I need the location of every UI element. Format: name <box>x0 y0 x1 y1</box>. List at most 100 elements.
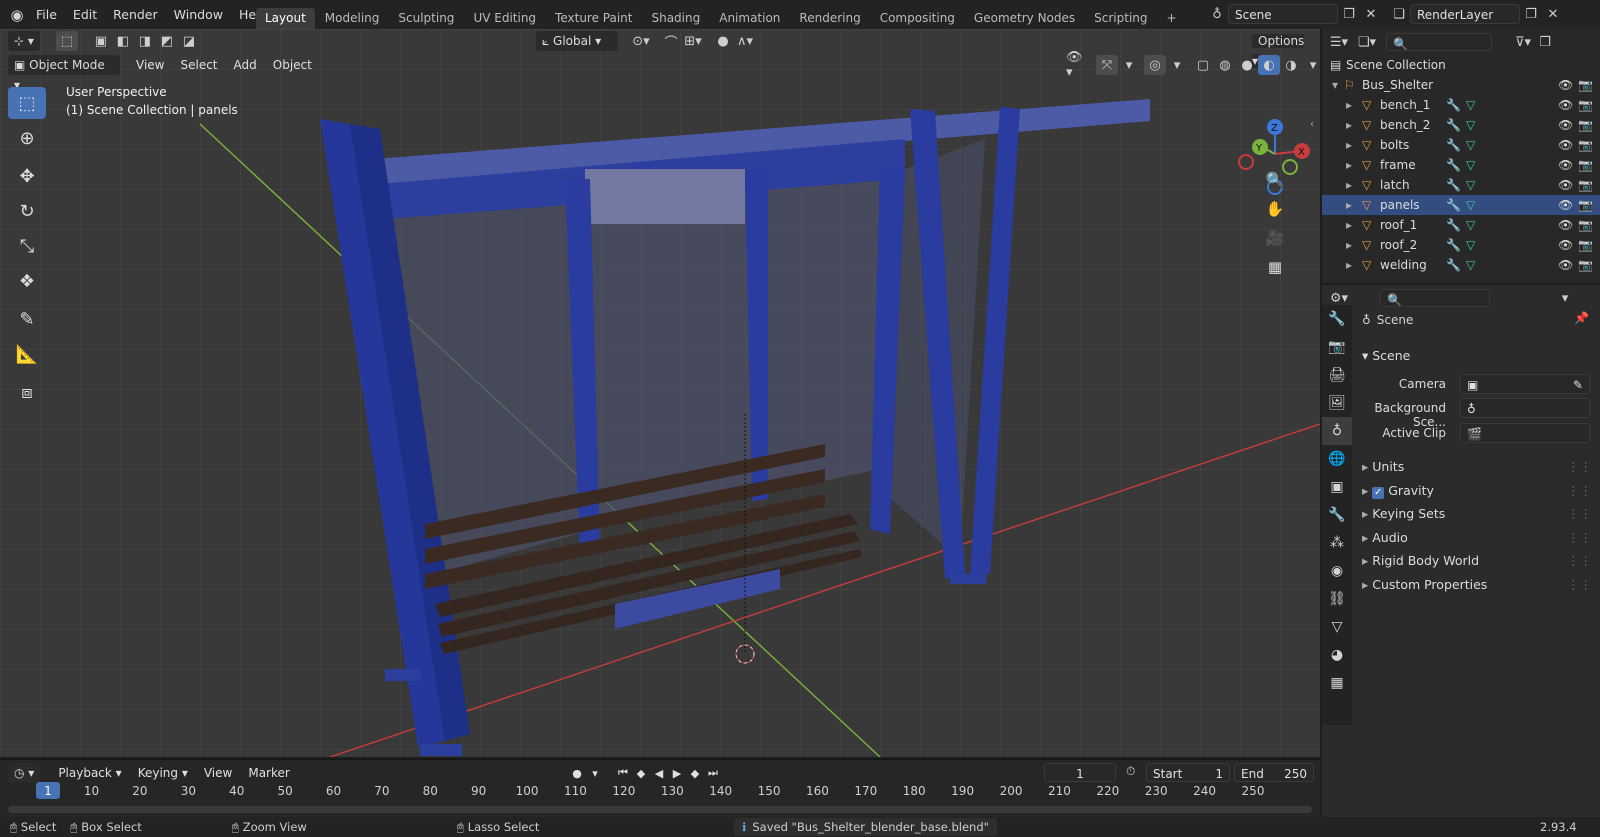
expand-icon[interactable]: ▸ <box>1346 235 1352 255</box>
xray-icon[interactable]: ▢ <box>1192 55 1214 75</box>
select-mode-extend-icon[interactable]: ◧ <box>112 31 134 51</box>
overlays-icon[interactable]: ◎ <box>1144 55 1166 75</box>
pan-hand-icon[interactable]: ✋ <box>1262 196 1288 222</box>
tab-compositing[interactable]: Compositing <box>871 8 964 29</box>
mesh-data-icon[interactable]: ▽ <box>1466 255 1475 275</box>
shading-dropdown-icon[interactable]: ▾ <box>1302 55 1320 75</box>
pin-icon[interactable]: 📌 <box>1574 311 1589 325</box>
ortho-toggle-icon[interactable]: ▦ <box>1262 254 1288 280</box>
material-tab-icon[interactable]: ◕ <box>1322 641 1352 669</box>
select-mode-invert-icon[interactable]: ◩ <box>156 31 178 51</box>
display-mode-icon[interactable]: ❏▾ <box>1356 32 1378 52</box>
mode-dropdown[interactable]: ▣ Object Mode ▾ <box>8 55 120 92</box>
modifier-icon[interactable]: 🔧 <box>1446 135 1461 155</box>
world-tab-icon[interactable]: 🌐 <box>1322 445 1352 473</box>
outliner-row-object[interactable]: ▸ ▽ bench_1 🔧 ▽ 👁 📷 <box>1322 95 1600 115</box>
expand-icon[interactable]: ▸ <box>1346 215 1352 235</box>
object-tab-icon[interactable]: ▣ <box>1322 473 1352 501</box>
view-layer-icon[interactable]: ❏ <box>1388 4 1410 24</box>
subpanel-header[interactable]: ▸ Keying Sets ⋮⋮ <box>1362 502 1592 526</box>
background-scene-field[interactable]: ♁ <box>1460 398 1590 418</box>
solid-shading-icon[interactable]: ● <box>1236 55 1258 75</box>
view-layer-field[interactable]: RenderLayer <box>1410 4 1520 24</box>
gizmo-dropdown-icon[interactable]: ▾ <box>1118 55 1140 75</box>
new-view-layer-icon[interactable]: ❐ <box>1520 4 1542 24</box>
tab-geometry-nodes[interactable]: Geometry Nodes <box>965 8 1084 29</box>
modifier-icon[interactable]: 🔧 <box>1446 195 1461 215</box>
tab-uv-editing[interactable]: UV Editing <box>464 8 545 29</box>
expand-icon[interactable]: ▸ <box>1346 175 1352 195</box>
eye-icon[interactable]: 👁 <box>1558 135 1573 155</box>
add-cube-tool-icon[interactable]: ⧈ <box>8 376 46 408</box>
delete-view-layer-icon[interactable]: ✕ <box>1542 4 1564 24</box>
subpanel-header[interactable]: ▸ Rigid Body World ⋮⋮ <box>1362 549 1592 573</box>
3d-viewport[interactable]: Z X Y ⊹ ▾ ⬚ ▣ ◧ ◨ ◩ ◪ ⟀ Global ▾ ⊙▾ ⌒ ⊞▾… <box>0 29 1320 757</box>
outliner-row-object[interactable]: ▸ ▽ latch 🔧 ▽ 👁 📷 <box>1322 175 1600 195</box>
snap-target-icon[interactable]: ⊞▾ <box>682 31 704 51</box>
transform-tool-icon[interactable]: ❖ <box>8 265 46 297</box>
tab-layout[interactable]: Layout <box>256 8 315 29</box>
eye-icon[interactable]: 👁 <box>1558 175 1573 195</box>
properties-options-icon[interactable]: ▾ <box>1554 288 1576 308</box>
properties-search-input[interactable]: 🔍 <box>1380 289 1490 307</box>
mesh-data-icon[interactable]: ▽ <box>1466 235 1475 255</box>
tab-scripting[interactable]: Scripting <box>1085 8 1156 29</box>
eye-icon[interactable]: 👁 <box>1558 195 1573 215</box>
sidebar-toggle-icon[interactable]: ‹ <box>1310 119 1314 130</box>
subpanel-header[interactable]: ▸ ✓ Gravity ⋮⋮ <box>1362 479 1592 503</box>
tab-texture-paint[interactable]: Texture Paint <box>546 8 641 29</box>
vp-menu-object[interactable]: Object <box>265 55 320 75</box>
render-tab-icon[interactable]: 📷 <box>1322 333 1352 361</box>
tab-shading[interactable]: Shading <box>642 8 709 29</box>
modifier-icon[interactable]: 🔧 <box>1446 95 1461 115</box>
eye-icon[interactable]: 👁 <box>1558 155 1573 175</box>
modifier-icon[interactable]: 🔧 <box>1446 255 1461 275</box>
select-mode-new-icon[interactable]: ▣ <box>90 31 112 51</box>
menu-edit[interactable]: Edit <box>65 0 105 29</box>
physics-tab-icon[interactable]: ◉ <box>1322 557 1352 585</box>
tab-sculpting[interactable]: Sculpting <box>389 8 463 29</box>
camera-field[interactable]: ▣ ✎ <box>1460 374 1590 394</box>
data-tab-icon[interactable]: ▽ <box>1322 613 1352 641</box>
scene-panel-header[interactable]: ▾ Scene <box>1362 345 1410 367</box>
render-camera-icon[interactable]: 📷 <box>1578 255 1593 275</box>
mesh-data-icon[interactable]: ▽ <box>1466 115 1475 135</box>
tab-modeling[interactable]: Modeling <box>316 8 389 29</box>
render-camera-icon[interactable]: 📷 <box>1578 195 1593 215</box>
texture-tab-icon[interactable]: ▦ <box>1322 669 1352 697</box>
expand-icon[interactable]: ▸ <box>1346 135 1352 155</box>
modifier-icon[interactable]: 🔧 <box>1446 215 1461 235</box>
subpanel-header[interactable]: ▸ Units ⋮⋮ <box>1362 455 1592 479</box>
drag-handle-icon[interactable]: ⋮⋮ <box>1567 526 1592 550</box>
filter-icon[interactable]: ⊽▾ <box>1512 32 1534 52</box>
subpanel-header[interactable]: ▸ Audio ⋮⋮ <box>1362 526 1592 550</box>
modifier-icon[interactable]: 🔧 <box>1446 235 1461 255</box>
scene-icon[interactable]: ♁ <box>1206 4 1228 24</box>
material-shading-icon[interactable]: ◐ <box>1258 55 1280 75</box>
measure-tool-icon[interactable]: 📐 <box>8 338 46 370</box>
falloff-icon[interactable]: ∧▾ <box>734 31 756 51</box>
tab-animation[interactable]: Animation <box>710 8 789 29</box>
expand-icon[interactable]: ▸ <box>1346 155 1352 175</box>
outliner-row-object[interactable]: ▸ ▽ welding 🔧 ▽ 👁 📷 <box>1322 255 1600 275</box>
eye-icon[interactable]: 👁 <box>1558 255 1573 275</box>
eye-icon[interactable]: 👁 <box>1558 215 1573 235</box>
mesh-data-icon[interactable]: ▽ <box>1466 95 1475 115</box>
move-tool-icon[interactable]: ✥ <box>8 160 46 192</box>
mesh-data-icon[interactable]: ▽ <box>1466 175 1475 195</box>
render-camera-icon[interactable]: 📷 <box>1578 175 1593 195</box>
select-mode-subtract-icon[interactable]: ◨ <box>134 31 156 51</box>
render-camera-icon[interactable]: 📷 <box>1578 115 1593 135</box>
drag-handle-icon[interactable]: ⋮⋮ <box>1567 549 1592 573</box>
subpanel-header[interactable]: ▸ Custom Properties ⋮⋮ <box>1362 573 1592 597</box>
modifier-icon[interactable]: 🔧 <box>1446 155 1461 175</box>
expand-icon[interactable]: ▸ <box>1346 115 1352 135</box>
eye-icon[interactable]: 👁 <box>1558 75 1573 95</box>
overlays-dropdown-icon[interactable]: ▾ <box>1166 55 1188 75</box>
outliner-editor-icon[interactable]: ☰▾ <box>1328 32 1350 52</box>
select-mode-intersect-icon[interactable]: ◪ <box>178 31 200 51</box>
outliner-row-object[interactable]: ▸ ▽ roof_1 🔧 ▽ 👁 📷 <box>1322 215 1600 235</box>
render-camera-icon[interactable]: 📷 <box>1578 215 1593 235</box>
mesh-data-icon[interactable]: ▽ <box>1466 195 1475 215</box>
render-camera-icon[interactable]: 📷 <box>1578 95 1593 115</box>
